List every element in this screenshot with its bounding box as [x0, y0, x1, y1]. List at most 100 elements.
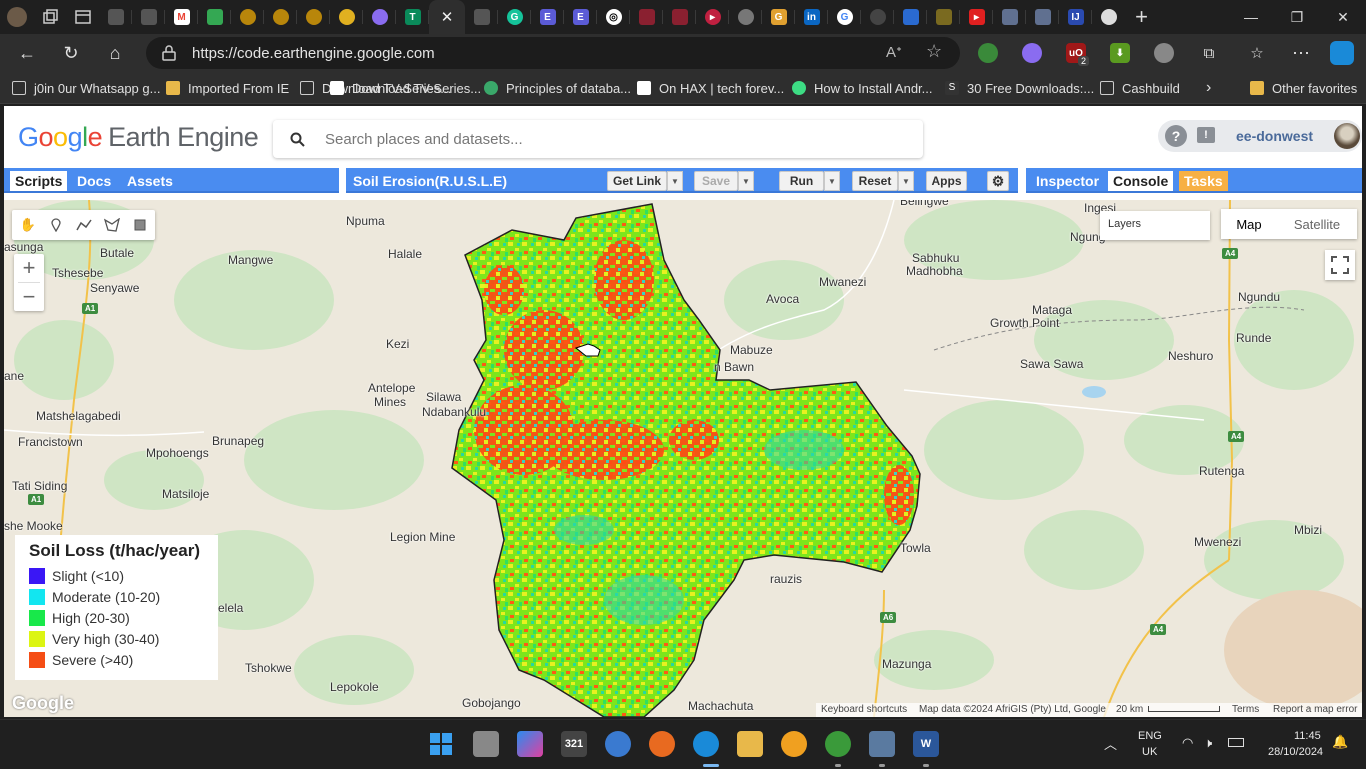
- browser-tab[interactable]: [927, 0, 960, 34]
- browser-tab[interactable]: [729, 0, 762, 34]
- line-icon[interactable]: [74, 215, 94, 235]
- volume-icon[interactable]: 🕨: [1204, 735, 1212, 751]
- download-extension-icon[interactable]: ⬇: [1110, 43, 1130, 63]
- save-button[interactable]: Save: [694, 171, 738, 191]
- browser-tab[interactable]: [663, 0, 696, 34]
- chevron-down-icon[interactable]: ▼: [898, 171, 914, 191]
- report-error-link[interactable]: Report a map error: [1273, 704, 1357, 715]
- edge-icon[interactable]: [693, 731, 719, 757]
- browser-tab[interactable]: G: [762, 0, 795, 34]
- bookmark-item[interactable]: On HAX | tech forev...: [637, 72, 784, 104]
- bookmark-item[interactable]: How to Install Andr...: [792, 72, 933, 104]
- earth-icon[interactable]: [825, 731, 851, 757]
- terms-link[interactable]: Terms: [1232, 704, 1259, 715]
- browser-tab[interactable]: IJ: [1059, 0, 1092, 34]
- shield-icon[interactable]: [1154, 43, 1174, 63]
- tab-assets[interactable]: Assets: [122, 171, 178, 191]
- photos-icon[interactable]: [869, 731, 895, 757]
- tab-console[interactable]: Console: [1108, 171, 1174, 191]
- sync-icon[interactable]: [605, 731, 631, 757]
- file-explorer-icon[interactable]: [737, 731, 763, 757]
- close-icon[interactable]: ✕: [441, 8, 454, 26]
- clock-date[interactable]: 28/10/2024: [1268, 746, 1323, 758]
- tab-scripts[interactable]: Scripts: [10, 171, 68, 191]
- reset-button[interactable]: Reset: [852, 171, 898, 191]
- polygon-icon[interactable]: [102, 215, 122, 235]
- calendar-icon[interactable]: 321: [561, 731, 587, 757]
- battery-icon[interactable]: [1228, 738, 1244, 747]
- wifi-icon[interactable]: ◠: [1182, 735, 1193, 751]
- browser-tab[interactable]: [465, 0, 498, 34]
- chevron-down-icon[interactable]: ▼: [738, 171, 754, 191]
- firefox-icon[interactable]: [649, 731, 675, 757]
- help-icon[interactable]: ?: [1165, 125, 1187, 147]
- browser-tab[interactable]: [630, 0, 663, 34]
- marker-icon[interactable]: [46, 215, 66, 235]
- bookmark-item[interactable]: j0in 0ur Whatsapp g...: [12, 72, 160, 104]
- browser-tab[interactable]: M: [165, 0, 198, 34]
- new-tab-button[interactable]: +: [1125, 0, 1158, 34]
- favorite-star-icon[interactable]: ☆: [926, 41, 942, 62]
- browser-tab[interactable]: in: [795, 0, 828, 34]
- username[interactable]: ee-donwest: [1236, 128, 1313, 144]
- bookmark-item[interactable]: Principles of databa...: [484, 72, 631, 104]
- browser-tab[interactable]: [231, 0, 264, 34]
- pan-hand-icon[interactable]: ✋: [18, 215, 38, 235]
- browser-tab[interactable]: [1092, 0, 1125, 34]
- favorites-icon[interactable]: ☆: [1242, 38, 1272, 68]
- chevron-down-icon[interactable]: ▼: [667, 171, 683, 191]
- browser-tab[interactable]: E: [564, 0, 597, 34]
- browser-tab[interactable]: [1026, 0, 1059, 34]
- profile-avatar[interactable]: [0, 0, 33, 34]
- extension-icon[interactable]: [1022, 43, 1042, 63]
- back-icon[interactable]: ←: [12, 38, 42, 68]
- browser-tab[interactable]: [861, 0, 894, 34]
- avatar[interactable]: [1334, 123, 1360, 149]
- browser-tab-active[interactable]: ✕: [429, 0, 465, 34]
- browser-tab[interactable]: [99, 0, 132, 34]
- get-link-button[interactable]: Get Link: [607, 171, 667, 191]
- map-canvas[interactable]: Npuma Halale Mangwe Butale Tshesebe Seny…: [4, 200, 1362, 717]
- workspaces-icon[interactable]: [33, 0, 66, 34]
- run-button[interactable]: Run: [779, 171, 824, 191]
- bookmark-item[interactable]: Cashbuild: [1100, 72, 1180, 104]
- copilot-icon[interactable]: [1330, 41, 1354, 65]
- layers-panel[interactable]: Layers: [1100, 211, 1210, 240]
- zoom-in-icon[interactable]: +: [14, 254, 44, 282]
- windows-start-icon[interactable]: [428, 731, 454, 757]
- browser-tab[interactable]: [198, 0, 231, 34]
- bookmark-item[interactable]: S 30 Free Downloads:...: [945, 72, 1094, 104]
- window-close-icon[interactable]: ✕: [1320, 0, 1366, 34]
- browser-tab[interactable]: [297, 0, 330, 34]
- bookmark-folder[interactable]: Imported From IE: [166, 72, 289, 104]
- minimize-icon[interactable]: —: [1228, 0, 1274, 34]
- browser-tab[interactable]: T: [396, 0, 429, 34]
- browser-tab[interactable]: G: [828, 0, 861, 34]
- earth-engine-logo[interactable]: Google Earth Engine: [18, 122, 259, 153]
- more-menu-icon[interactable]: ⋯: [1286, 38, 1316, 68]
- browser-tab[interactable]: [894, 0, 927, 34]
- other-favorites[interactable]: Other favorites: [1250, 72, 1357, 104]
- apps-button[interactable]: Apps: [926, 171, 967, 191]
- browser-tab[interactable]: [264, 0, 297, 34]
- weather-icon[interactable]: [781, 731, 807, 757]
- feedback-icon[interactable]: !: [1197, 127, 1215, 143]
- notification-bell-icon[interactable]: 🔔: [1332, 734, 1348, 750]
- tab-docs[interactable]: Docs: [72, 171, 116, 191]
- word-icon[interactable]: W: [913, 731, 939, 757]
- script-title[interactable]: Soil Erosion(R.U.S.L.E): [348, 171, 512, 191]
- browser-tab[interactable]: ◎: [597, 0, 630, 34]
- search-input[interactable]: Search places and datasets...: [273, 120, 923, 158]
- refresh-icon[interactable]: ↻: [56, 38, 86, 68]
- zoom-out-icon[interactable]: −: [14, 283, 44, 311]
- tab-inspector[interactable]: Inspector: [1031, 171, 1104, 191]
- map-type-map[interactable]: Map: [1221, 209, 1277, 239]
- tab-actions-icon[interactable]: [66, 0, 99, 34]
- map-type-satellite[interactable]: Satellite: [1277, 209, 1357, 239]
- home-icon[interactable]: ⌂: [100, 38, 130, 68]
- keyboard-shortcuts-link[interactable]: Keyboard shortcuts: [821, 704, 907, 715]
- chevron-right-icon[interactable]: ›: [1206, 72, 1211, 104]
- clock-time[interactable]: 11:45: [1294, 730, 1321, 742]
- chevron-down-icon[interactable]: ▼: [824, 171, 840, 191]
- chevron-up-icon[interactable]: ︿: [1104, 734, 1117, 753]
